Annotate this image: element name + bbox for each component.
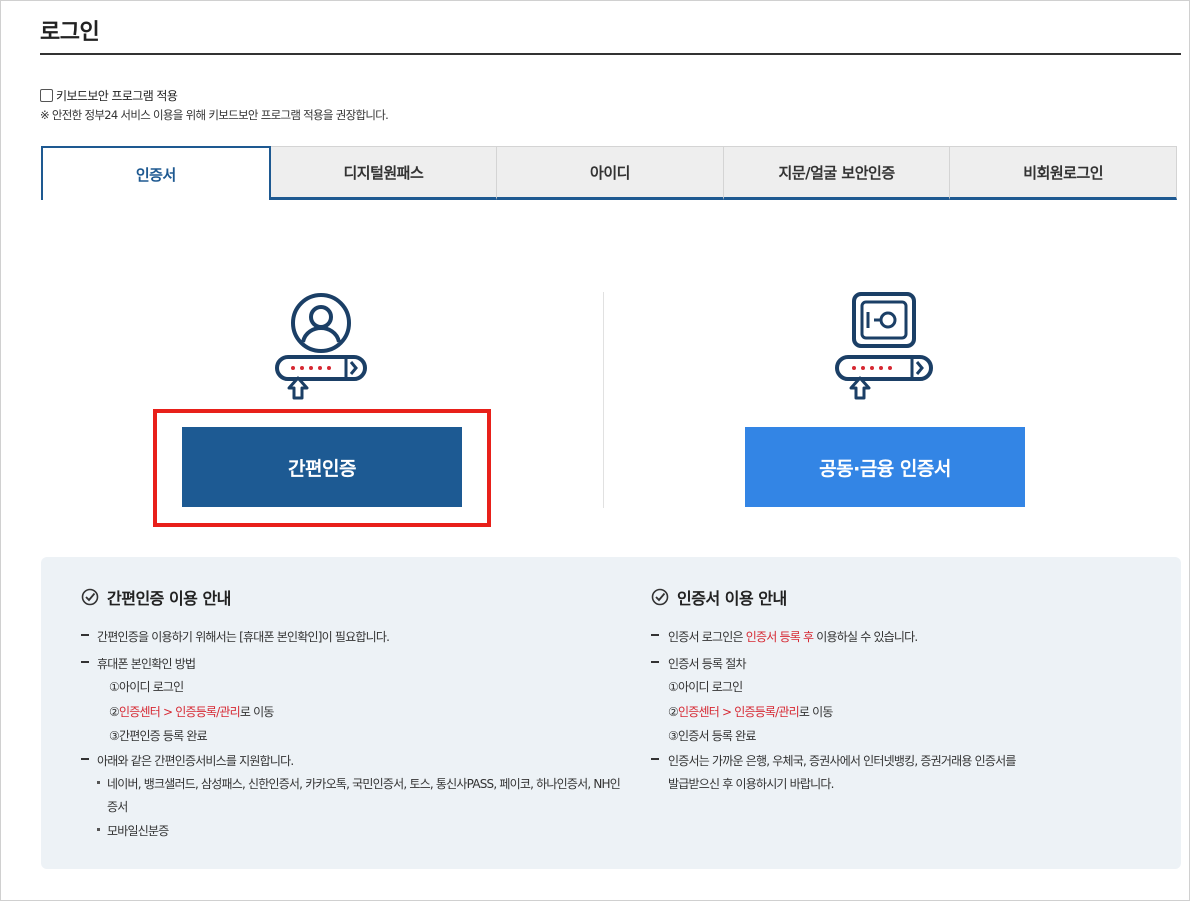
- dash-bullet: [81, 758, 89, 760]
- title-divider: [40, 53, 1181, 55]
- tab-digital-onepass[interactable]: 디지털원패스: [270, 146, 498, 200]
- page-title: 로그인: [40, 20, 100, 45]
- dash-bullet: [651, 758, 659, 760]
- usage-guide-panel: 간편인증 이용 안내 간편인증을 이용하기 위해서는 [휴대폰 본인확인]이 필…: [41, 557, 1181, 869]
- guide-line-cont: 발급받으신 후 이용하시기 바랍니다.: [668, 777, 834, 791]
- login-method-tabs: 인증서 디지털원패스 아이디 지문/얼굴 보안인증 비회원로그인: [41, 146, 1177, 200]
- guide-step: ①아이디 로그인: [109, 680, 184, 694]
- dash-bullet: [81, 634, 89, 636]
- guide-line: 간편인증을 이용하기 위해서는 [휴대폰 본인확인]이 필요합니다.: [97, 630, 390, 644]
- step-number: ②: [109, 705, 120, 719]
- check-circle-icon: [651, 588, 669, 606]
- tab-id[interactable]: 아이디: [497, 146, 724, 200]
- guide-line: 아래와 같은 간편인증서비스를 지원합니다.: [97, 754, 294, 768]
- cert-center-link[interactable]: 인증센터 > 인증등록/관리: [119, 705, 241, 719]
- dash-bullet: [651, 634, 659, 636]
- guide-line: 인증서는 가까운 은행, 우체국, 증권사에서 인터넷뱅킹, 증권거래용 인증서…: [668, 754, 1016, 768]
- certificate-safe-icon: [832, 292, 936, 402]
- cert-guide-heading: 인증서 이용 안내: [651, 585, 787, 609]
- dash-bullet: [651, 661, 659, 663]
- guide-step: ②인증센터 > 인증등록/관리로 이동: [668, 703, 833, 720]
- guide-line: 휴대폰 본인확인 방법: [97, 657, 196, 671]
- step-suffix: 로 이동: [798, 705, 834, 719]
- supported-services-cont: 증서: [107, 800, 128, 814]
- mobile-id: 모바일신분증: [107, 824, 169, 838]
- line-prefix: 인증서 로그인은: [668, 630, 746, 644]
- square-bullet: [97, 828, 100, 831]
- step-number: ②: [668, 705, 679, 719]
- heading-text: 인증서 이용 안내: [677, 589, 787, 608]
- keyboard-security-label: 키보드보안 프로그램 적용: [56, 89, 178, 103]
- check-circle-icon: [81, 588, 99, 606]
- guide-step: ③간편인증 등록 완료: [109, 729, 208, 743]
- tab-certificate[interactable]: 인증서: [41, 146, 271, 200]
- square-bullet: [97, 781, 100, 784]
- guide-step: ②인증센터 > 인증등록/관리로 이동: [109, 703, 274, 720]
- supported-services: 네이버, 뱅크샐러드, 삼성패스, 신한인증서, 카카오톡, 국민인증서, 토스…: [107, 777, 621, 791]
- step-suffix: 로 이동: [239, 705, 275, 719]
- simple-auth-icon: [272, 292, 372, 402]
- keyboard-security-note: ※ 안전한 정부24 서비스 이용을 위해 키보드보안 프로그램 적용을 권장합…: [40, 108, 389, 122]
- cert-center-link[interactable]: 인증센터 > 인증등록/관리: [678, 705, 800, 719]
- simple-auth-button[interactable]: 간편인증: [182, 427, 462, 507]
- joint-cert-button[interactable]: 공동·금융 인증서: [745, 427, 1025, 507]
- tab-biometric[interactable]: 지문/얼굴 보안인증: [723, 146, 951, 200]
- guide-line: 인증서 등록 절차: [668, 657, 747, 671]
- keyboard-security-checkbox[interactable]: [40, 89, 53, 102]
- line-suffix: 이용하실 수 있습니다.: [813, 630, 918, 644]
- options-divider: [603, 292, 604, 508]
- keyboard-security-option[interactable]: 키보드보안 프로그램 적용: [40, 87, 178, 104]
- guide-step: ①아이디 로그인: [668, 680, 743, 694]
- dash-bullet: [81, 661, 89, 663]
- guide-step: ③인증서 등록 완료: [668, 729, 756, 743]
- tab-guest-login[interactable]: 비회원로그인: [950, 146, 1177, 200]
- emphasis-text: 인증서 등록 후: [745, 630, 814, 644]
- simple-auth-guide-heading: 간편인증 이용 안내: [81, 585, 231, 609]
- guide-line: 인증서 로그인은 인증서 등록 후 이용하실 수 있습니다.: [668, 628, 918, 645]
- heading-text: 간편인증 이용 안내: [107, 589, 231, 608]
